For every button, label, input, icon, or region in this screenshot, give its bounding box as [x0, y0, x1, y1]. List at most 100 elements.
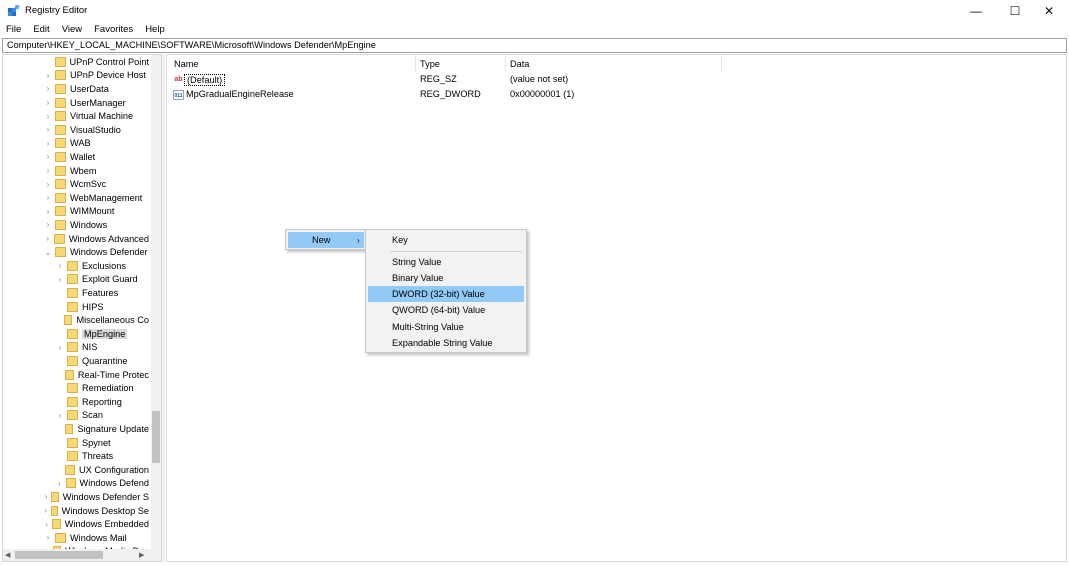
tree-item[interactable]: › Virtual Machine	[43, 109, 149, 123]
address-bar[interactable]: Computer\HKEY_LOCAL_MACHINE\SOFTWARE\Mic…	[2, 38, 1067, 53]
close-button[interactable]: ✕	[1026, 0, 1069, 22]
column-divider[interactable]	[505, 55, 506, 71]
column-header-data[interactable]: Data	[510, 59, 529, 69]
expand-chevron-icon[interactable]: ›	[43, 506, 49, 515]
tree-horizontal-scroll-thumb[interactable]	[15, 551, 103, 559]
tree-item[interactable]: › Windows Desktop Se	[43, 504, 149, 518]
tree-item[interactable]: ⌄ Windows Defender	[43, 245, 149, 259]
expand-chevron-icon[interactable]: ›	[55, 261, 65, 270]
expand-chevron-icon[interactable]: ›	[43, 220, 53, 229]
folder-icon	[55, 70, 66, 81]
tree-item[interactable]: › NIS	[55, 341, 149, 355]
tree-item[interactable]: › Wbem	[43, 164, 149, 178]
expand-chevron-icon[interactable]: ›	[43, 180, 53, 189]
tree-item[interactable]: › UPnP Device Host	[43, 69, 149, 83]
expand-chevron-icon[interactable]: ›	[43, 234, 52, 243]
expand-chevron-icon[interactable]: ›	[55, 343, 65, 352]
value-row-default[interactable]: ab (Default) REG_SZ (value not set)	[167, 73, 727, 87]
folder-icon	[55, 247, 66, 258]
tree-item[interactable]: Threats	[55, 449, 149, 463]
tree-item[interactable]: › Exclusions	[55, 259, 149, 273]
pane-splitter[interactable]	[162, 54, 165, 562]
folder-icon	[67, 437, 78, 448]
tree-item[interactable]: UX Configuration	[55, 463, 149, 477]
folder-icon	[67, 287, 78, 298]
tree-item[interactable]: MpEngine	[55, 327, 149, 341]
tree-item[interactable]: Reporting	[55, 395, 149, 409]
expand-chevron-icon[interactable]: ›	[43, 492, 49, 501]
expand-chevron-icon[interactable]: ›	[43, 71, 53, 80]
expand-chevron-icon[interactable]: ›	[43, 166, 53, 175]
expand-chevron-icon[interactable]: ›	[43, 152, 53, 161]
tree-item[interactable]: › Windows Defend	[55, 477, 149, 491]
column-divider[interactable]	[415, 55, 416, 71]
expand-chevron-icon[interactable]: ›	[43, 533, 53, 542]
folder-icon	[55, 151, 66, 162]
menu-favorites[interactable]: Favorites	[88, 22, 139, 38]
menu-item-key[interactable]: Key	[368, 232, 524, 248]
expand-chevron-icon[interactable]: ›	[43, 207, 53, 216]
menu-edit[interactable]: Edit	[27, 22, 55, 38]
tree-item[interactable]: › WcmSvc	[43, 177, 149, 191]
expand-chevron-icon[interactable]: ›	[43, 125, 53, 134]
tree-item[interactable]: UPnP Control Point	[43, 55, 149, 69]
menu-view[interactable]: View	[56, 22, 88, 38]
tree-item[interactable]: Spynet	[55, 436, 149, 450]
expand-chevron-icon[interactable]: ›	[43, 112, 53, 121]
menu-item-dword-value[interactable]: DWORD (32-bit) Value	[368, 286, 524, 302]
menu-item-new-label: New	[312, 235, 331, 245]
tree-item[interactable]: Miscellaneous Co	[55, 313, 149, 327]
menu-item-string-value[interactable]: String Value	[368, 254, 524, 270]
tree-item[interactable]: › Windows Defender S	[43, 490, 149, 504]
tree-item[interactable]: Quarantine	[55, 354, 149, 368]
tree-item[interactable]: › UserData	[43, 82, 149, 96]
tree-item[interactable]: › Scan	[55, 409, 149, 423]
expand-chevron-icon[interactable]: ›	[43, 139, 53, 148]
tree-item-label: Reporting	[82, 396, 122, 407]
tree-item[interactable]: › WAB	[43, 137, 149, 151]
tree-item[interactable]: › Exploit Guard	[55, 273, 149, 287]
column-header-name[interactable]: Name	[174, 59, 199, 69]
tree-vertical-scroll-thumb[interactable]	[152, 411, 160, 463]
tree-horizontal-scrollbar[interactable]: ◀ ▶	[3, 549, 161, 561]
tree-item[interactable]: › Windows Mail	[43, 531, 149, 545]
collapse-chevron-icon[interactable]: ⌄	[43, 248, 53, 257]
folder-icon	[55, 532, 66, 543]
scroll-left-arrow-icon[interactable]: ◀	[5, 551, 10, 559]
tree-item[interactable]: › Wallet	[43, 150, 149, 164]
menu-item-qword-value[interactable]: QWORD (64-bit) Value	[368, 302, 524, 318]
expand-chevron-icon[interactable]: ›	[55, 479, 64, 488]
registry-tree: UPnP Control Point › UPnP Device Host › User…	[2, 54, 162, 562]
tree-item[interactable]: Real-Time Protec	[55, 368, 149, 382]
tree-item[interactable]: › WebManagement	[43, 191, 149, 205]
tree-item[interactable]: Remediation	[55, 381, 149, 395]
tree-vertical-scrollbar[interactable]	[151, 55, 161, 549]
tree-item[interactable]: Features	[55, 286, 149, 300]
scroll-right-arrow-icon[interactable]: ▶	[139, 551, 144, 559]
menu-help[interactable]: Help	[139, 22, 171, 38]
tree-item[interactable]: › Windows Embedded	[43, 517, 149, 531]
expand-chevron-icon[interactable]: ›	[43, 193, 53, 202]
tree-item-label: WAB	[70, 138, 91, 149]
expand-chevron-icon[interactable]: ›	[55, 411, 65, 420]
menu-item-expandable-string-value[interactable]: Expandable String Value	[368, 335, 524, 351]
tree-item[interactable]: Signature Update	[55, 422, 149, 436]
tree-item[interactable]: › WIMMount	[43, 205, 149, 219]
tree-item[interactable]: HIPS	[55, 300, 149, 314]
menu-item-binary-value[interactable]: Binary Value	[368, 270, 524, 286]
expand-chevron-icon[interactable]: ›	[43, 520, 50, 529]
expand-chevron-icon[interactable]: ›	[43, 98, 53, 107]
column-header-type[interactable]: Type	[420, 59, 440, 69]
menu-item-new[interactable]: New ›	[288, 232, 364, 248]
tree-item[interactable]: › Windows Advanced	[43, 232, 149, 246]
value-row-mpgradualenginerelease[interactable]: 011 MpGradualEngineRelease REG_DWORD 0x0…	[167, 88, 727, 102]
expand-chevron-icon[interactable]: ›	[43, 84, 53, 93]
expand-chevron-icon[interactable]: ›	[55, 275, 65, 284]
tree-item[interactable]: › Windows	[43, 218, 149, 232]
tree-item[interactable]: › VisualStudio	[43, 123, 149, 137]
menu-file[interactable]: File	[0, 22, 27, 38]
menu-item-multi-string-value[interactable]: Multi-String Value	[368, 319, 524, 335]
tree-item[interactable]: › UserManager	[43, 96, 149, 110]
tree-item-label: Real-Time Protec	[77, 369, 149, 380]
column-divider[interactable]	[721, 55, 722, 71]
